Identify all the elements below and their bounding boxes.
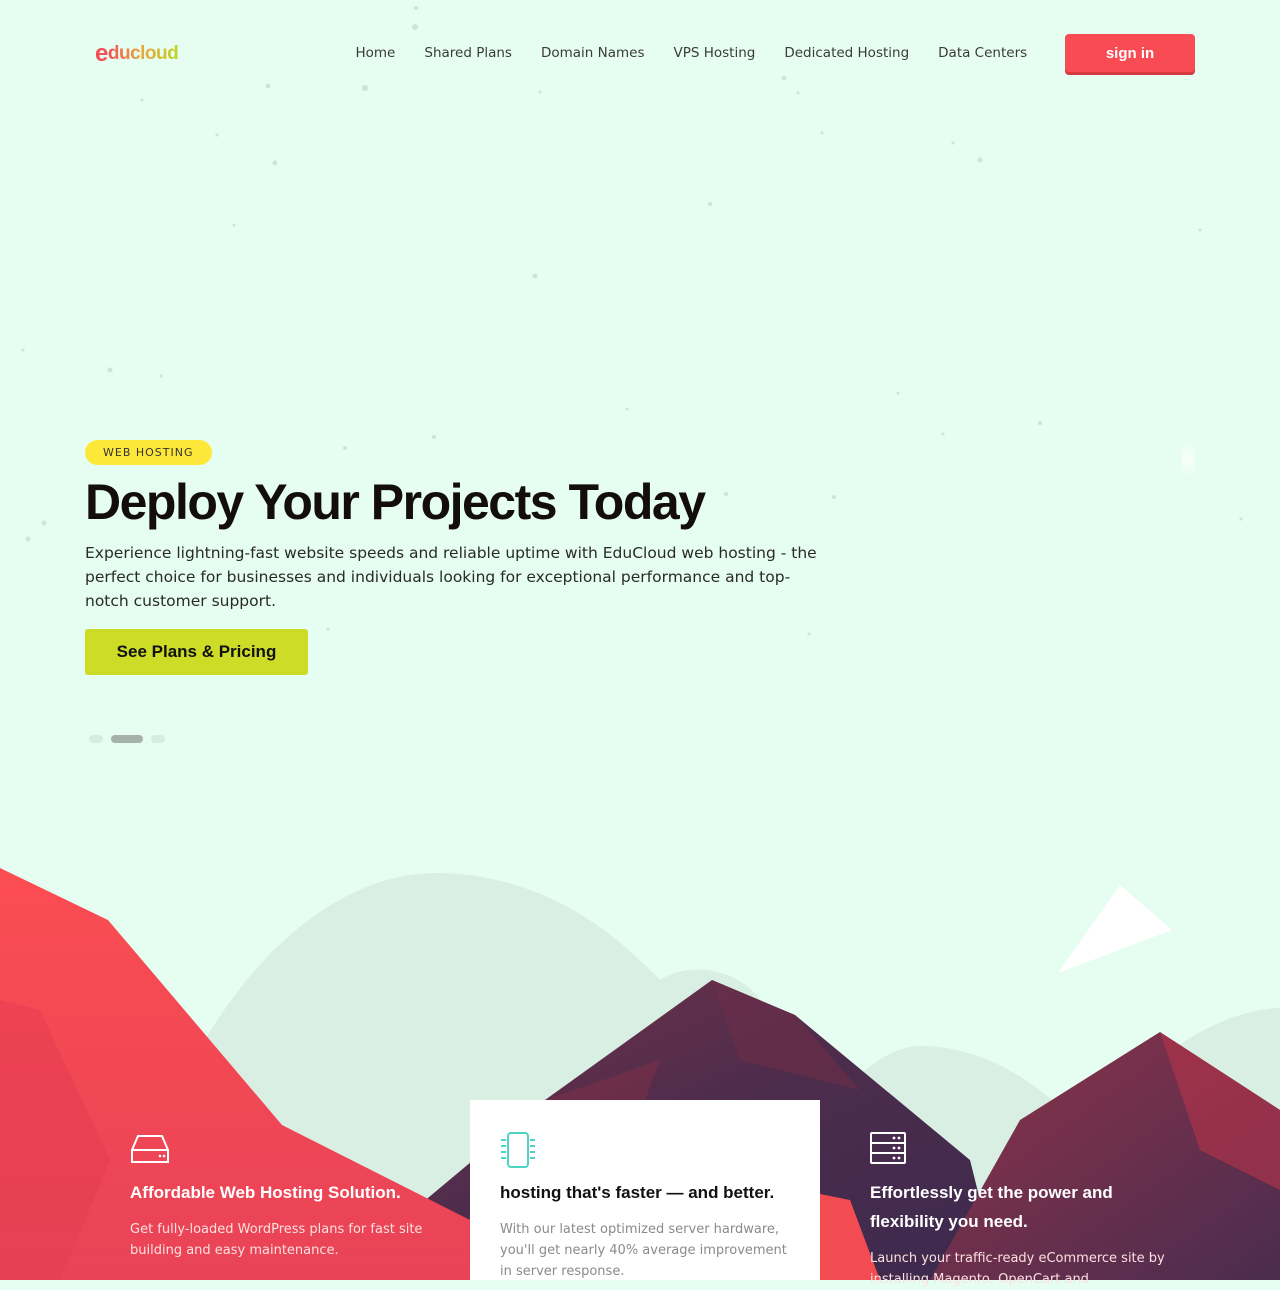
main-nav: Home Shared Plans Domain Names VPS Hosti… [341,44,1042,62]
nav-vps-hosting[interactable]: VPS Hosting [659,44,770,62]
see-plans-button[interactable]: See Plans & Pricing [85,629,308,675]
slider-dot-3[interactable] [151,735,165,743]
logo-e-mark: e [95,40,108,67]
nav-data-centers[interactable]: Data Centers [924,44,1042,62]
hero-badge: WEB HOSTING [85,440,212,465]
slider-dot-1[interactable] [89,735,103,743]
feature-description: With our latest optimized server hardwar… [500,1222,787,1279]
feature-card-power: Effortlessly get the power and flexibili… [870,1100,1190,1287]
nav-dedicated-hosting[interactable]: Dedicated Hosting [770,44,924,62]
logo-wordmark: ducloud [107,43,179,64]
feature-description: Launch your traffic-ready eCommerce site… [870,1251,1165,1287]
hero-lead: Experience lightning-fast website speeds… [85,544,817,610]
feature-title: hosting that's faster — and better. [500,1183,775,1202]
hard-drive-icon [131,1135,169,1163]
nav-shared-plans[interactable]: Shared Plans [410,44,527,62]
slider-edge-highlight [1182,440,1195,478]
feature-card-faster: hosting that's faster — and better. With… [470,1100,820,1280]
feature-title: Effortlessly get the power and flexibili… [870,1183,1113,1231]
nav-home[interactable]: Home [341,44,410,62]
cpu-chip-icon [501,1132,535,1168]
feature-title: Affordable Web Hosting Solution. [130,1183,401,1202]
hero-title: Deploy Your Projects Today [85,474,706,530]
feature-description: Get fully-loaded WordPress plans for fas… [130,1222,423,1258]
educloud-logo[interactable]: e ducloud [95,40,179,68]
feature-card-affordable: Affordable Web Hosting Solution. Get ful… [130,1100,440,1280]
slider-dot-2-active[interactable] [111,735,143,743]
background-dots [21,6,1243,636]
server-rack-icon [870,1132,906,1164]
slider-pagination [89,735,165,743]
sign-in-button[interactable]: sign in [1065,34,1195,72]
nav-domain-names[interactable]: Domain Names [526,44,659,62]
